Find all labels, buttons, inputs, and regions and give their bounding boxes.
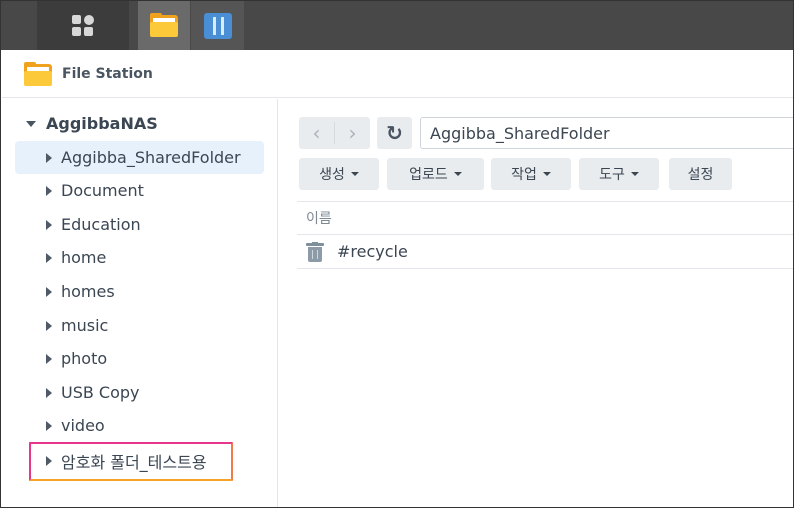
path-text: Aggibba_SharedFolder	[430, 123, 610, 143]
tree-item-home[interactable]: home	[15, 241, 264, 274]
chevron-right-icon: ›	[348, 121, 357, 145]
tree-item-document[interactable]: Document	[15, 174, 264, 207]
tree-root-label: AggibbaNAS	[46, 114, 158, 133]
file-browser-main: ‹ › ↻ Aggibba_SharedFolder 생성 업로드 작업 도구	[279, 99, 793, 507]
folder-tree-sidebar: AggibbaNAS Aggibba_SharedFolder Document…	[2, 99, 278, 507]
path-field[interactable]: Aggibba_SharedFolder	[420, 117, 793, 149]
tree-item-video[interactable]: video	[15, 409, 264, 442]
caret-down-icon	[542, 172, 551, 176]
tree-item-label: homes	[61, 282, 115, 301]
create-button[interactable]: 생성	[299, 158, 379, 190]
history-nav-group: ‹ ›	[299, 117, 370, 149]
tree-item-music[interactable]: music	[15, 309, 264, 342]
file-name: #recycle	[337, 242, 408, 261]
column-header-label: 이름	[306, 211, 332, 227]
tree-item-label: video	[61, 416, 105, 435]
file-row-recycle[interactable]: #recycle	[297, 235, 793, 269]
tree-item-label: Aggibba_SharedFolder	[61, 148, 241, 167]
taskbar-file-station-button[interactable]	[138, 1, 190, 50]
caret-right-icon[interactable]	[46, 420, 52, 431]
tree-item-label: Education	[61, 215, 141, 234]
upload-button[interactable]: 업로드	[387, 158, 484, 190]
tree-item-education[interactable]: Education	[15, 208, 264, 241]
caret-right-icon[interactable]	[46, 152, 52, 163]
tree-root-nas[interactable]: AggibbaNAS	[26, 114, 158, 133]
taskbar	[1, 1, 793, 50]
column-header-name[interactable]: 이름	[297, 201, 793, 235]
grid-icon	[72, 14, 94, 37]
caret-down-icon[interactable]	[26, 120, 36, 127]
tree-item-label: USB Copy	[61, 383, 140, 402]
trash-icon	[306, 241, 324, 262]
back-button[interactable]: ‹	[299, 117, 334, 149]
folder-icon	[150, 12, 178, 39]
caret-right-icon[interactable]	[46, 286, 52, 297]
caret-right-icon[interactable]	[46, 353, 52, 364]
tools-button-label: 도구	[599, 167, 625, 183]
forward-button[interactable]: ›	[335, 117, 370, 149]
caret-down-icon	[630, 172, 639, 176]
tools-button[interactable]: 도구	[579, 158, 659, 190]
window-frame: File Station AggibbaNAS Aggibba_SharedFo…	[0, 0, 794, 508]
app-titlebar: File Station	[2, 50, 793, 98]
control-panel-icon	[203, 12, 232, 39]
action-button[interactable]: 작업	[491, 158, 571, 190]
highlight-annotation-box	[29, 442, 233, 481]
upload-button-label: 업로드	[409, 167, 448, 183]
tree-item-homes[interactable]: homes	[15, 275, 264, 308]
tree-item-label: Document	[61, 181, 144, 200]
caret-right-icon[interactable]	[46, 252, 52, 263]
tree-item-aggibba-sharedfolder[interactable]: Aggibba_SharedFolder	[15, 141, 264, 174]
app-title: File Station	[62, 65, 153, 82]
refresh-icon: ↻	[386, 121, 403, 145]
caret-down-icon	[350, 172, 359, 176]
caret-right-icon[interactable]	[46, 185, 52, 196]
tree-item-usb-copy[interactable]: USB Copy	[15, 376, 264, 409]
chevron-left-icon: ‹	[312, 121, 321, 145]
refresh-button[interactable]: ↻	[377, 117, 412, 149]
settings-button[interactable]: 설정	[669, 158, 732, 190]
taskbar-control-panel-button[interactable]	[191, 1, 244, 50]
caret-right-icon[interactable]	[46, 387, 52, 398]
caret-right-icon[interactable]	[46, 219, 52, 230]
caret-right-icon[interactable]	[46, 320, 52, 331]
settings-button-label: 설정	[687, 167, 714, 183]
action-button-label: 작업	[511, 167, 537, 183]
tree-item-label: music	[61, 316, 109, 335]
main-menu-button[interactable]	[37, 1, 129, 50]
tree-item-label: home	[61, 248, 107, 267]
create-button-label: 생성	[319, 167, 345, 183]
file-station-icon	[24, 61, 52, 86]
caret-down-icon	[453, 172, 462, 176]
tree-item-photo[interactable]: photo	[15, 342, 264, 375]
tree-item-label: photo	[61, 349, 108, 368]
